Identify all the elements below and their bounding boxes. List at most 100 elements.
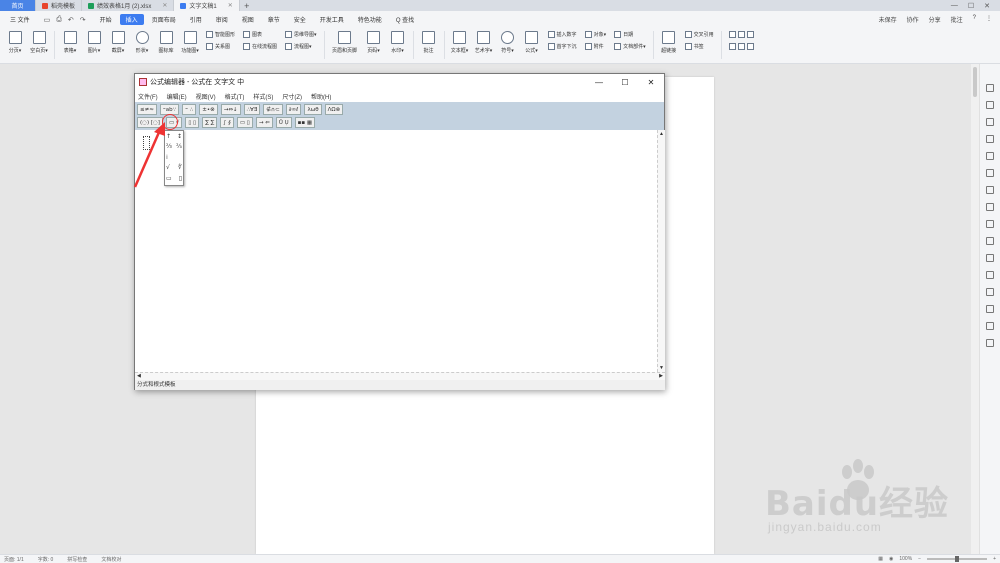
scrollbar-thumb[interactable] bbox=[973, 67, 977, 97]
minimize-icon[interactable]: — bbox=[586, 78, 612, 87]
tab-spreadsheet[interactable]: 绩效表格1月 (2).xlsx ✕ bbox=[82, 0, 175, 11]
operator-palette[interactable]: ±•⊗ bbox=[199, 104, 218, 115]
settings-icon[interactable] bbox=[986, 118, 994, 126]
matrix-template[interactable]: ▪▪ ▦ bbox=[294, 117, 316, 128]
product-template[interactable]: Ů Ụ bbox=[275, 117, 292, 128]
drop-cap-button[interactable]: 首字下沉 bbox=[547, 43, 577, 50]
small-slash-option[interactable]: ⅖ bbox=[176, 143, 182, 151]
eq-menu-file[interactable]: 文件(F) bbox=[138, 92, 158, 101]
unsaved-button[interactable]: 未保存 bbox=[879, 15, 897, 24]
menu-search[interactable]: Q 查找 bbox=[390, 14, 420, 25]
greek-upper-palette[interactable]: ΛΩ⊗ bbox=[324, 104, 344, 115]
help-icon[interactable] bbox=[986, 339, 994, 347]
list-icon[interactable] bbox=[986, 220, 994, 228]
eq-menu-size[interactable]: 尺寸(Z) bbox=[282, 92, 302, 101]
spell-check[interactable]: 拼写检查 bbox=[67, 556, 87, 563]
redo-icon[interactable]: ↷ bbox=[80, 16, 86, 24]
picture-icon[interactable] bbox=[986, 288, 994, 296]
date-button[interactable]: 日期 bbox=[614, 31, 646, 38]
summation-template[interactable]: ∑ ∑ bbox=[202, 117, 218, 128]
save-icon[interactable]: ▭ bbox=[44, 16, 51, 24]
logic-palette[interactable]: ∴∀∃ bbox=[243, 104, 261, 115]
shape-button[interactable]: 形状▾ bbox=[131, 31, 153, 54]
eq-menu-help[interactable]: 帮助(H) bbox=[311, 92, 331, 101]
bookmark-button[interactable]: 书签 bbox=[684, 43, 714, 50]
page-number-button[interactable]: 页码▾ bbox=[363, 31, 385, 54]
fill-icon[interactable] bbox=[986, 152, 994, 160]
smart-graphic-button[interactable]: 智能图形 bbox=[206, 31, 235, 38]
menu-section[interactable]: 章节 bbox=[262, 14, 286, 25]
bar-template[interactable]: ▭ ▯ bbox=[236, 117, 253, 128]
menu-security[interactable]: 安全 bbox=[288, 14, 312, 25]
eq-menu-format[interactable]: 格式(T) bbox=[225, 92, 245, 101]
doc-parts-button[interactable]: 文档部件▾ bbox=[614, 43, 646, 50]
tab-document[interactable]: 文字文稿1 ✕ bbox=[174, 0, 240, 11]
menu-start[interactable]: 开始 bbox=[94, 14, 118, 25]
help-icon[interactable]: ? bbox=[973, 15, 976, 24]
menu-layout[interactable]: 页面布局 bbox=[146, 14, 182, 25]
equation-horizontal-scrollbar[interactable]: ◀ ▶ bbox=[135, 372, 665, 380]
zoom-in-icon[interactable]: + bbox=[993, 556, 996, 562]
screenshot-button[interactable]: 截屏▾ bbox=[107, 31, 129, 54]
wordart-button[interactable]: 艺术字▾ bbox=[473, 31, 495, 54]
close-icon[interactable]: ✕ bbox=[638, 78, 664, 87]
flowchart-button[interactable]: 流程图▾ bbox=[285, 43, 317, 50]
doc-proofread[interactable]: 文档校对 bbox=[101, 556, 121, 563]
cursor-icon[interactable] bbox=[986, 101, 994, 109]
chart-icon[interactable] bbox=[986, 203, 994, 211]
nth-root-option[interactable]: ∜ bbox=[178, 164, 182, 172]
collab-button[interactable]: 协作 bbox=[907, 15, 919, 24]
reduced-fraction-option[interactable]: ↕ bbox=[177, 133, 182, 141]
scroll-left-icon[interactable]: ◀ bbox=[137, 373, 141, 379]
picture-button[interactable]: 图片▾ bbox=[83, 31, 105, 54]
layout-icon[interactable] bbox=[737, 31, 745, 38]
embellishment-palette[interactable]: ⁼ ∴ bbox=[182, 104, 197, 115]
scroll-up-icon[interactable]: ▲ bbox=[659, 131, 664, 137]
eq-menu-view[interactable]: 视图(V) bbox=[196, 92, 216, 101]
cross-ref-button[interactable]: 交叉引用 bbox=[684, 31, 714, 38]
layout-icon[interactable] bbox=[737, 43, 745, 50]
insert-number-button[interactable]: 插入数字 bbox=[547, 31, 577, 38]
long-division-alt-option[interactable]: ▯ bbox=[179, 175, 182, 183]
header-footer-button[interactable]: 页眉和页脚 bbox=[329, 31, 361, 54]
file-menu[interactable]: 三 文件 bbox=[4, 14, 36, 25]
tab-home[interactable]: 首页 bbox=[0, 0, 36, 11]
arrow-palette[interactable]: →⇔↓ bbox=[220, 104, 241, 115]
subscript-template[interactable]: ▯ ▯ bbox=[185, 117, 200, 128]
online-flowchart-button[interactable]: 在线流程图 bbox=[243, 43, 277, 50]
relation-palette[interactable]: ≤≠≈ bbox=[137, 104, 157, 115]
blank-page-button[interactable]: 空白页▾ bbox=[28, 31, 50, 54]
labeled-arrow-template[interactable]: → ⇐ bbox=[255, 117, 273, 128]
eye-icon[interactable]: ◉ bbox=[889, 556, 893, 562]
chart-button[interactable]: 图表 bbox=[243, 31, 277, 38]
eq-menu-style[interactable]: 样式(S) bbox=[253, 92, 273, 101]
mindmap-button[interactable]: 思维导图▾ bbox=[285, 31, 317, 38]
menu-references[interactable]: 引用 bbox=[184, 14, 208, 25]
menu-review[interactable]: 审阅 bbox=[210, 14, 234, 25]
review-icon[interactable] bbox=[986, 237, 994, 245]
more-icon[interactable]: ⋮ bbox=[986, 15, 992, 24]
close-icon[interactable]: ✕ bbox=[984, 2, 990, 10]
eq-menu-edit[interactable]: 编辑(E) bbox=[167, 92, 187, 101]
comment-button[interactable]: 批注 bbox=[951, 15, 963, 24]
menu-features[interactable]: 特色功能 bbox=[352, 14, 388, 25]
print-icon[interactable]: ⎙ bbox=[56, 16, 62, 24]
relation-chart-button[interactable]: 关系图 bbox=[206, 43, 235, 50]
new-tab-button[interactable]: + bbox=[240, 1, 254, 11]
zoom-slider-knob[interactable] bbox=[955, 556, 960, 562]
symbol-button[interactable]: 符号▾ bbox=[497, 31, 519, 54]
tab-template[interactable]: 稻壳模板 bbox=[36, 0, 83, 11]
table-button[interactable]: 表格▾ bbox=[59, 31, 81, 54]
backup-icon[interactable] bbox=[986, 305, 994, 313]
maximize-icon[interactable]: ☐ bbox=[968, 2, 974, 10]
textbox-button[interactable]: 文本框▾ bbox=[449, 31, 471, 54]
tab-close-icon[interactable]: ✕ bbox=[228, 2, 233, 9]
layout-icon[interactable] bbox=[728, 43, 736, 50]
style-icon[interactable] bbox=[986, 135, 994, 143]
pen-icon[interactable] bbox=[986, 84, 994, 92]
watermark-button[interactable]: 水印▾ bbox=[387, 31, 409, 54]
view-mode-icon[interactable]: ▦ bbox=[878, 556, 883, 562]
translate-icon[interactable] bbox=[986, 254, 994, 262]
page-break-button[interactable]: 分页▾ bbox=[4, 31, 26, 54]
scroll-down-icon[interactable]: ▼ bbox=[659, 365, 664, 371]
